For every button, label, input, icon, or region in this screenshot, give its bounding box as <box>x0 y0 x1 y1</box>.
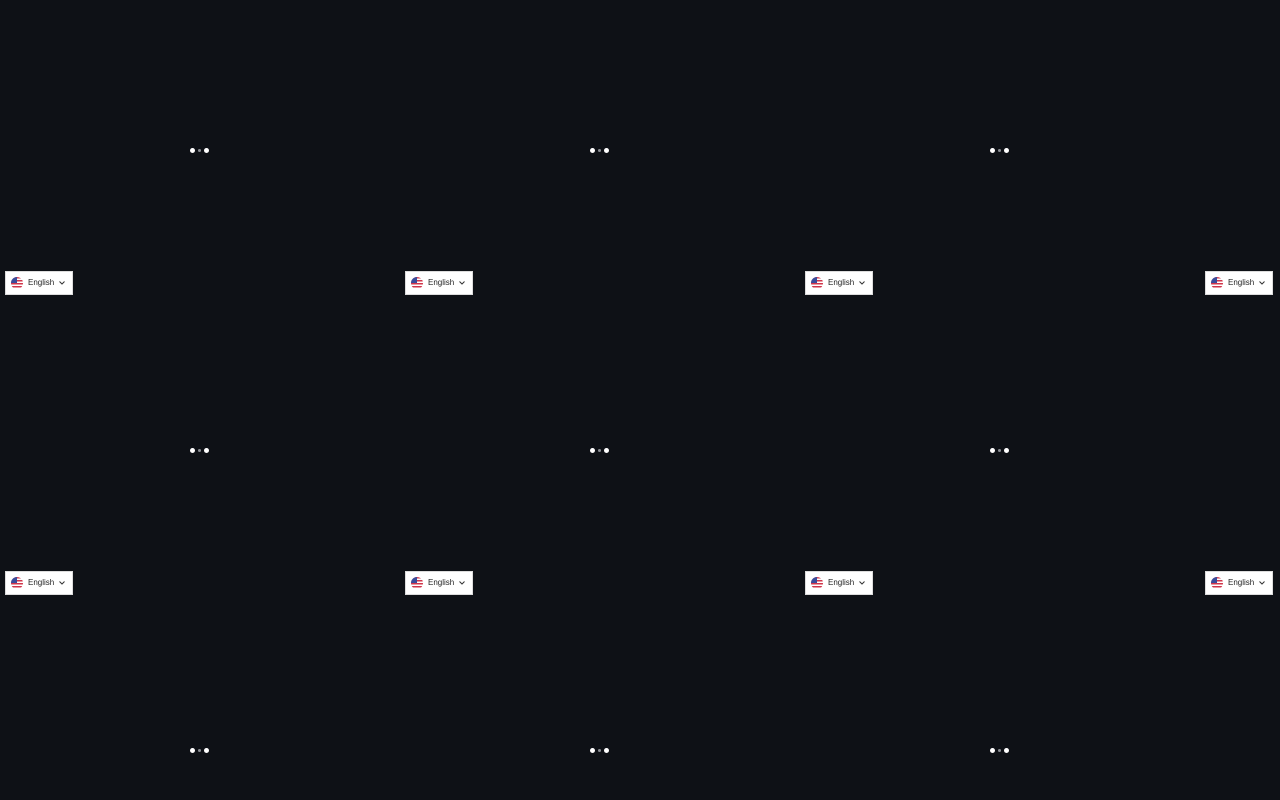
language-label: English <box>428 278 455 287</box>
language-selector[interactable]: English <box>405 271 473 295</box>
us-flag-icon <box>811 577 823 589</box>
language-label: English <box>828 278 855 287</box>
chevron-down-icon <box>1259 581 1265 585</box>
language-selector[interactable]: English <box>805 571 873 595</box>
loading-dots-icon <box>190 148 210 154</box>
language-label: English <box>1228 578 1255 587</box>
loading-dots-icon <box>990 448 1010 454</box>
loading-dots-icon <box>190 748 210 754</box>
us-flag-icon <box>11 577 23 589</box>
language-label: English <box>828 578 855 587</box>
us-flag-icon <box>411 577 423 589</box>
us-flag-icon <box>11 277 23 289</box>
chevron-down-icon <box>1259 281 1265 285</box>
loading-dots-icon <box>190 448 210 454</box>
language-selector[interactable]: English <box>1205 571 1273 595</box>
loading-dots-icon <box>990 748 1010 754</box>
loading-dots-icon <box>590 448 610 454</box>
loading-dots-icon <box>590 148 610 154</box>
language-selector[interactable]: English <box>1205 271 1273 295</box>
us-flag-icon <box>1211 577 1223 589</box>
us-flag-icon <box>411 277 423 289</box>
us-flag-icon <box>1211 277 1223 289</box>
us-flag-icon <box>811 277 823 289</box>
language-selector[interactable]: English <box>805 271 873 295</box>
loading-dots-icon <box>990 148 1010 154</box>
language-selector[interactable]: English <box>405 571 473 595</box>
chevron-down-icon <box>459 581 465 585</box>
language-label: English <box>28 578 55 587</box>
language-label: English <box>428 578 455 587</box>
chevron-down-icon <box>859 581 865 585</box>
language-selector[interactable]: English <box>5 271 73 295</box>
language-label: English <box>1228 278 1255 287</box>
loading-dots-icon <box>590 748 610 754</box>
language-selector[interactable]: English <box>5 571 73 595</box>
tiled-loading-screen: English English English English English … <box>0 0 1280 800</box>
chevron-down-icon <box>59 281 65 285</box>
chevron-down-icon <box>59 581 65 585</box>
chevron-down-icon <box>859 281 865 285</box>
language-label: English <box>28 278 55 287</box>
chevron-down-icon <box>459 281 465 285</box>
